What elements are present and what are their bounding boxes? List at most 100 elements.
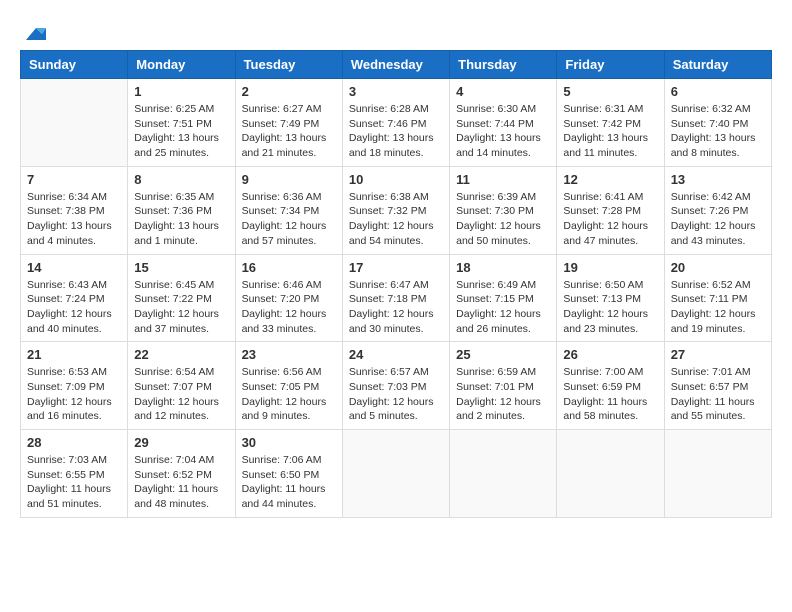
page-header [20, 20, 772, 40]
day-number: 8 [134, 172, 228, 187]
logo-icon [22, 20, 46, 44]
calendar-cell: 21 Sunrise: 6:53 AMSunset: 7:09 PMDayligh… [21, 342, 128, 430]
calendar-header-saturday: Saturday [664, 51, 771, 79]
day-number: 19 [563, 260, 657, 275]
calendar-cell: 20 Sunrise: 6:52 AMSunset: 7:11 PMDayligh… [664, 254, 771, 342]
day-number: 29 [134, 435, 228, 450]
day-info: Sunrise: 6:32 AMSunset: 7:40 PMDaylight:… [671, 102, 765, 161]
day-info: Sunrise: 6:59 AMSunset: 7:01 PMDaylight:… [456, 365, 550, 424]
day-info: Sunrise: 7:00 AMSunset: 6:59 PMDaylight:… [563, 365, 657, 424]
day-info: Sunrise: 6:34 AMSunset: 7:38 PMDaylight:… [27, 190, 121, 249]
day-info: Sunrise: 6:52 AMSunset: 7:11 PMDaylight:… [671, 278, 765, 337]
calendar-cell: 25 Sunrise: 6:59 AMSunset: 7:01 PMDayligh… [450, 342, 557, 430]
day-info: Sunrise: 7:06 AMSunset: 6:50 PMDaylight:… [242, 453, 336, 512]
calendar-cell: 15Sunrise: 6:45 AMSunset: 7:22 PMDayligh… [128, 254, 235, 342]
calendar-cell: 18 Sunrise: 6:49 AMSunset: 7:15 PMDayligh… [450, 254, 557, 342]
day-number: 28 [27, 435, 121, 450]
calendar-cell: 19 Sunrise: 6:50 AMSunset: 7:13 PMDayligh… [557, 254, 664, 342]
day-number: 23 [242, 347, 336, 362]
calendar-header-tuesday: Tuesday [235, 51, 342, 79]
logo [20, 20, 46, 40]
day-info: Sunrise: 6:31 AMSunset: 7:42 PMDaylight:… [563, 102, 657, 161]
calendar-cell: 23 Sunrise: 6:56 AMSunset: 7:05 PMDayligh… [235, 342, 342, 430]
day-number: 7 [27, 172, 121, 187]
day-info: Sunrise: 6:56 AMSunset: 7:05 PMDaylight:… [242, 365, 336, 424]
calendar-cell: 3 Sunrise: 6:28 AMSunset: 7:46 PMDaylight… [342, 79, 449, 167]
day-number: 24 [349, 347, 443, 362]
day-number: 12 [563, 172, 657, 187]
day-number: 26 [563, 347, 657, 362]
day-number: 9 [242, 172, 336, 187]
day-number: 25 [456, 347, 550, 362]
day-number: 6 [671, 84, 765, 99]
calendar-cell [664, 430, 771, 518]
calendar-cell: 5 Sunrise: 6:31 AMSunset: 7:42 PMDaylight… [557, 79, 664, 167]
day-number: 30 [242, 435, 336, 450]
day-info: Sunrise: 6:25 AMSunset: 7:51 PMDaylight:… [134, 102, 228, 161]
day-info: Sunrise: 6:28 AMSunset: 7:46 PMDaylight:… [349, 102, 443, 161]
calendar-cell: 28 Sunrise: 7:03 AMSunset: 6:55 PMDayligh… [21, 430, 128, 518]
calendar-cell: 10 Sunrise: 6:38 AMSunset: 7:32 PMDayligh… [342, 166, 449, 254]
day-info: Sunrise: 6:30 AMSunset: 7:44 PMDaylight:… [456, 102, 550, 161]
calendar-table: SundayMondayTuesdayWednesdayThursdayFrid… [20, 50, 772, 518]
calendar-week-row: 14Sunrise: 6:43 AMSunset: 7:24 PMDayligh… [21, 254, 772, 342]
day-number: 11 [456, 172, 550, 187]
day-info: Sunrise: 7:03 AMSunset: 6:55 PMDaylight:… [27, 453, 121, 512]
day-info: Sunrise: 6:27 AMSunset: 7:49 PMDaylight:… [242, 102, 336, 161]
calendar-week-row: 7 Sunrise: 6:34 AMSunset: 7:38 PMDaylight… [21, 166, 772, 254]
day-info: Sunrise: 6:35 AMSunset: 7:36 PMDaylight:… [134, 190, 228, 249]
calendar-cell: 4 Sunrise: 6:30 AMSunset: 7:44 PMDaylight… [450, 79, 557, 167]
calendar-cell: 24 Sunrise: 6:57 AMSunset: 7:03 PMDayligh… [342, 342, 449, 430]
calendar-cell: 1Sunrise: 6:25 AMSunset: 7:51 PMDaylight… [128, 79, 235, 167]
day-info: Sunrise: 6:57 AMSunset: 7:03 PMDaylight:… [349, 365, 443, 424]
calendar-header-monday: Monday [128, 51, 235, 79]
calendar-cell: 29 Sunrise: 7:04 AMSunset: 6:52 PMDayligh… [128, 430, 235, 518]
calendar-cell: 16Sunrise: 6:46 AMSunset: 7:20 PMDayligh… [235, 254, 342, 342]
day-number: 13 [671, 172, 765, 187]
calendar-header-row: SundayMondayTuesdayWednesdayThursdayFrid… [21, 51, 772, 79]
day-info: Sunrise: 6:38 AMSunset: 7:32 PMDaylight:… [349, 190, 443, 249]
calendar-cell [342, 430, 449, 518]
calendar-cell: 30 Sunrise: 7:06 AMSunset: 6:50 PMDayligh… [235, 430, 342, 518]
day-info: Sunrise: 7:01 AMSunset: 6:57 PMDaylight:… [671, 365, 765, 424]
calendar-cell: 6 Sunrise: 6:32 AMSunset: 7:40 PMDaylight… [664, 79, 771, 167]
day-number: 18 [456, 260, 550, 275]
day-number: 4 [456, 84, 550, 99]
day-info: Sunrise: 6:53 AMSunset: 7:09 PMDaylight:… [27, 365, 121, 424]
day-number: 10 [349, 172, 443, 187]
day-info: Sunrise: 6:45 AMSunset: 7:22 PMDaylight:… [134, 278, 228, 337]
calendar-cell: 22 Sunrise: 6:54 AMSunset: 7:07 PMDayligh… [128, 342, 235, 430]
day-number: 2 [242, 84, 336, 99]
day-number: 21 [27, 347, 121, 362]
day-info: Sunrise: 6:50 AMSunset: 7:13 PMDaylight:… [563, 278, 657, 337]
calendar-cell: 14Sunrise: 6:43 AMSunset: 7:24 PMDayligh… [21, 254, 128, 342]
day-number: 17 [349, 260, 443, 275]
calendar-cell [557, 430, 664, 518]
day-info: Sunrise: 6:49 AMSunset: 7:15 PMDaylight:… [456, 278, 550, 337]
day-number: 27 [671, 347, 765, 362]
day-info: Sunrise: 6:39 AMSunset: 7:30 PMDaylight:… [456, 190, 550, 249]
calendar-cell: 12 Sunrise: 6:41 AMSunset: 7:28 PMDayligh… [557, 166, 664, 254]
calendar-week-row: 1Sunrise: 6:25 AMSunset: 7:51 PMDaylight… [21, 79, 772, 167]
calendar-cell: 8 Sunrise: 6:35 AMSunset: 7:36 PMDaylight… [128, 166, 235, 254]
day-number: 5 [563, 84, 657, 99]
day-number: 22 [134, 347, 228, 362]
day-info: Sunrise: 6:41 AMSunset: 7:28 PMDaylight:… [563, 190, 657, 249]
day-number: 14 [27, 260, 121, 275]
day-info: Sunrise: 7:04 AMSunset: 6:52 PMDaylight:… [134, 453, 228, 512]
calendar-cell: 27 Sunrise: 7:01 AMSunset: 6:57 PMDayligh… [664, 342, 771, 430]
calendar-cell: 26 Sunrise: 7:00 AMSunset: 6:59 PMDayligh… [557, 342, 664, 430]
calendar-header-thursday: Thursday [450, 51, 557, 79]
day-info: Sunrise: 6:36 AMSunset: 7:34 PMDaylight:… [242, 190, 336, 249]
day-info: Sunrise: 6:54 AMSunset: 7:07 PMDaylight:… [134, 365, 228, 424]
calendar-cell [21, 79, 128, 167]
day-number: 20 [671, 260, 765, 275]
day-info: Sunrise: 6:46 AMSunset: 7:20 PMDaylight:… [242, 278, 336, 337]
calendar-cell: 11 Sunrise: 6:39 AMSunset: 7:30 PMDayligh… [450, 166, 557, 254]
day-number: 3 [349, 84, 443, 99]
calendar-header-friday: Friday [557, 51, 664, 79]
calendar-cell: 7 Sunrise: 6:34 AMSunset: 7:38 PMDaylight… [21, 166, 128, 254]
calendar-cell: 13Sunrise: 6:42 AMSunset: 7:26 PMDayligh… [664, 166, 771, 254]
calendar-header-sunday: Sunday [21, 51, 128, 79]
calendar-cell [450, 430, 557, 518]
